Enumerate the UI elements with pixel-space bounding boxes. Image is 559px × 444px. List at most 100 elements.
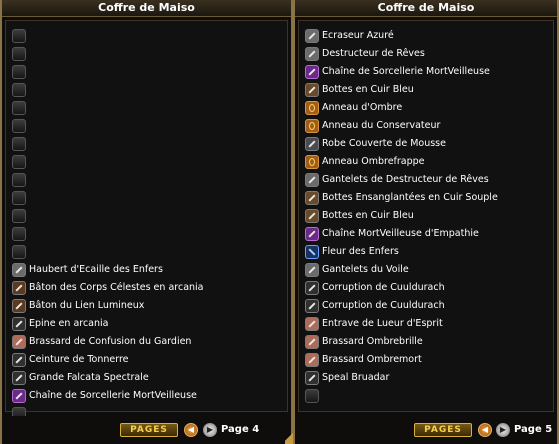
- resize-grip-icon[interactable]: [285, 430, 293, 444]
- ring-icon: [305, 155, 319, 169]
- item-label: Brassard Ombremort: [322, 354, 422, 365]
- item-slot[interactable]: Bâton des Corps Célestes en arcania: [10, 280, 285, 296]
- page-number: Page 4: [221, 424, 260, 435]
- robe-icon: [305, 137, 319, 151]
- pages-button[interactable]: PAGES: [120, 423, 178, 437]
- item-slot[interactable]: Fleur des Enfers: [303, 244, 551, 260]
- empty-slot[interactable]: [10, 136, 285, 152]
- page-controls: PAGES ◀ ▶ Page 4: [2, 416, 291, 444]
- staff-icon: [12, 299, 26, 313]
- chest-window-right: Coffre de Maiso Ecraseur Azuré Destructeu…: [293, 0, 559, 444]
- empty-slot[interactable]: [10, 100, 285, 116]
- item-slot[interactable]: Anneau du Conservateur: [303, 118, 551, 134]
- sword-icon: [305, 371, 319, 385]
- item-slot[interactable]: Gantelets du Voile: [303, 262, 551, 278]
- item-label: Corruption de Cuuldurach: [322, 300, 445, 311]
- item-slot[interactable]: Robe Couverte de Mousse: [303, 136, 551, 152]
- item-label: Grande Falcata Spectrale: [29, 372, 149, 383]
- item-label: Entrave de Lueur d'Esprit: [322, 318, 443, 329]
- item-slot[interactable]: Ecraseur Azuré: [303, 28, 551, 44]
- item-label: Anneau du Conservateur: [322, 120, 441, 131]
- item-slot[interactable]: Corruption de Cuuldurach: [303, 280, 551, 296]
- item-slot[interactable]: Entrave de Lueur d'Esprit: [303, 316, 551, 332]
- empty-slot[interactable]: [10, 208, 285, 224]
- weapon-icon: [305, 47, 319, 61]
- empty-slot-icon: [12, 47, 26, 61]
- empty-slot-icon: [12, 137, 26, 151]
- item-slot[interactable]: Brassard Ombrebrille: [303, 334, 551, 350]
- empty-slot[interactable]: [10, 46, 285, 62]
- item-slot[interactable]: Corruption de Cuuldurach: [303, 298, 551, 314]
- belt-icon: [12, 353, 26, 367]
- item-label: Corruption de Cuuldurach: [322, 282, 445, 293]
- item-label: Chaîne de Sorcellerie MortVeilleuse: [322, 66, 490, 77]
- item-label: Bâton des Corps Célestes en arcania: [29, 282, 204, 293]
- bracer-icon: [12, 335, 26, 349]
- armor-icon: [12, 263, 26, 277]
- next-page-icon[interactable]: ▶: [496, 423, 510, 437]
- item-label: Bâton du Lien Lumineux: [29, 300, 145, 311]
- empty-slot[interactable]: [10, 118, 285, 134]
- sword-icon: [305, 299, 319, 313]
- chain-icon: [12, 389, 26, 403]
- item-slot[interactable]: Haubert d'Ecaille des Enfers: [10, 262, 285, 278]
- window-title: Coffre de Maiso: [2, 0, 291, 17]
- item-slot[interactable]: Epine en arcania: [10, 316, 285, 332]
- item-slot[interactable]: Chaîne de Sorcellerie MortVeilleuse: [10, 388, 285, 404]
- item-slot[interactable]: Anneau d'Ombre: [303, 100, 551, 116]
- empty-slot-icon: [12, 65, 26, 79]
- item-slot[interactable]: Chaîne MortVeilleuse d'Empathie: [303, 226, 551, 242]
- empty-slot[interactable]: [10, 82, 285, 98]
- ring-icon: [305, 101, 319, 115]
- item-slot[interactable]: Destructeur de Rêves: [303, 46, 551, 62]
- item-slot[interactable]: Brassard Ombremort: [303, 352, 551, 368]
- empty-slot[interactable]: [303, 388, 551, 404]
- prev-page-icon[interactable]: ◀: [184, 423, 198, 437]
- flower-icon: [305, 245, 319, 259]
- prev-page-icon[interactable]: ◀: [478, 423, 492, 437]
- item-slot[interactable]: Anneau Ombrefrappe: [303, 154, 551, 170]
- item-slot[interactable]: Brassard de Confusion du Gardien: [10, 334, 285, 350]
- item-label: Brassard de Confusion du Gardien: [29, 336, 192, 347]
- page-controls: PAGES ◀ ▶ Page 5: [295, 416, 557, 444]
- empty-slot[interactable]: [10, 172, 285, 188]
- empty-slot[interactable]: [10, 28, 285, 44]
- item-label: Brassard Ombrebrille: [322, 336, 423, 347]
- bracer-icon: [305, 353, 319, 367]
- empty-slot[interactable]: [10, 226, 285, 242]
- item-label: Fleur des Enfers: [322, 246, 399, 257]
- item-slot[interactable]: Grande Falcata Spectrale: [10, 370, 285, 386]
- pages-button[interactable]: PAGES: [414, 423, 472, 437]
- item-label: Gantelets du Voile: [322, 264, 409, 275]
- empty-slot[interactable]: [10, 64, 285, 80]
- staff-icon: [12, 281, 26, 295]
- sword-icon: [12, 317, 26, 331]
- item-slot[interactable]: Bâton du Lien Lumineux: [10, 298, 285, 314]
- item-label: Robe Couverte de Mousse: [322, 138, 446, 149]
- next-page-icon[interactable]: ▶: [203, 423, 217, 437]
- item-slot[interactable]: Bottes en Cuir Bleu: [303, 82, 551, 98]
- item-slot[interactable]: Bottes Ensanglantées en Cuir Souple: [303, 190, 551, 206]
- empty-slot-icon: [12, 227, 26, 241]
- sword-icon: [305, 281, 319, 295]
- item-slot[interactable]: Bottes en Cuir Bleu: [303, 208, 551, 224]
- empty-slot[interactable]: [10, 244, 285, 260]
- item-label: Ecraseur Azuré: [322, 30, 394, 41]
- item-label: Anneau Ombrefrappe: [322, 156, 425, 167]
- window-title: Coffre de Maiso: [295, 0, 557, 17]
- item-slot[interactable]: Speal Bruadar: [303, 370, 551, 386]
- item-label: Destructeur de Rêves: [322, 48, 425, 59]
- empty-slot-icon: [305, 389, 319, 403]
- item-label: Epine en arcania: [29, 318, 109, 329]
- boots-icon: [305, 209, 319, 223]
- item-slot[interactable]: Ceinture de Tonnerre: [10, 352, 285, 368]
- empty-slot[interactable]: [10, 190, 285, 206]
- ring-icon: [305, 119, 319, 133]
- item-label: Speal Bruadar: [322, 372, 390, 383]
- item-slot[interactable]: Chaîne de Sorcellerie MortVeilleuse: [303, 64, 551, 80]
- item-slot[interactable]: Gantelets de Destructeur de Rêves: [303, 172, 551, 188]
- item-label: Anneau d'Ombre: [322, 102, 403, 113]
- empty-slot[interactable]: [10, 154, 285, 170]
- weapon-icon: [305, 29, 319, 43]
- item-label: Bottes Ensanglantées en Cuir Souple: [322, 192, 498, 203]
